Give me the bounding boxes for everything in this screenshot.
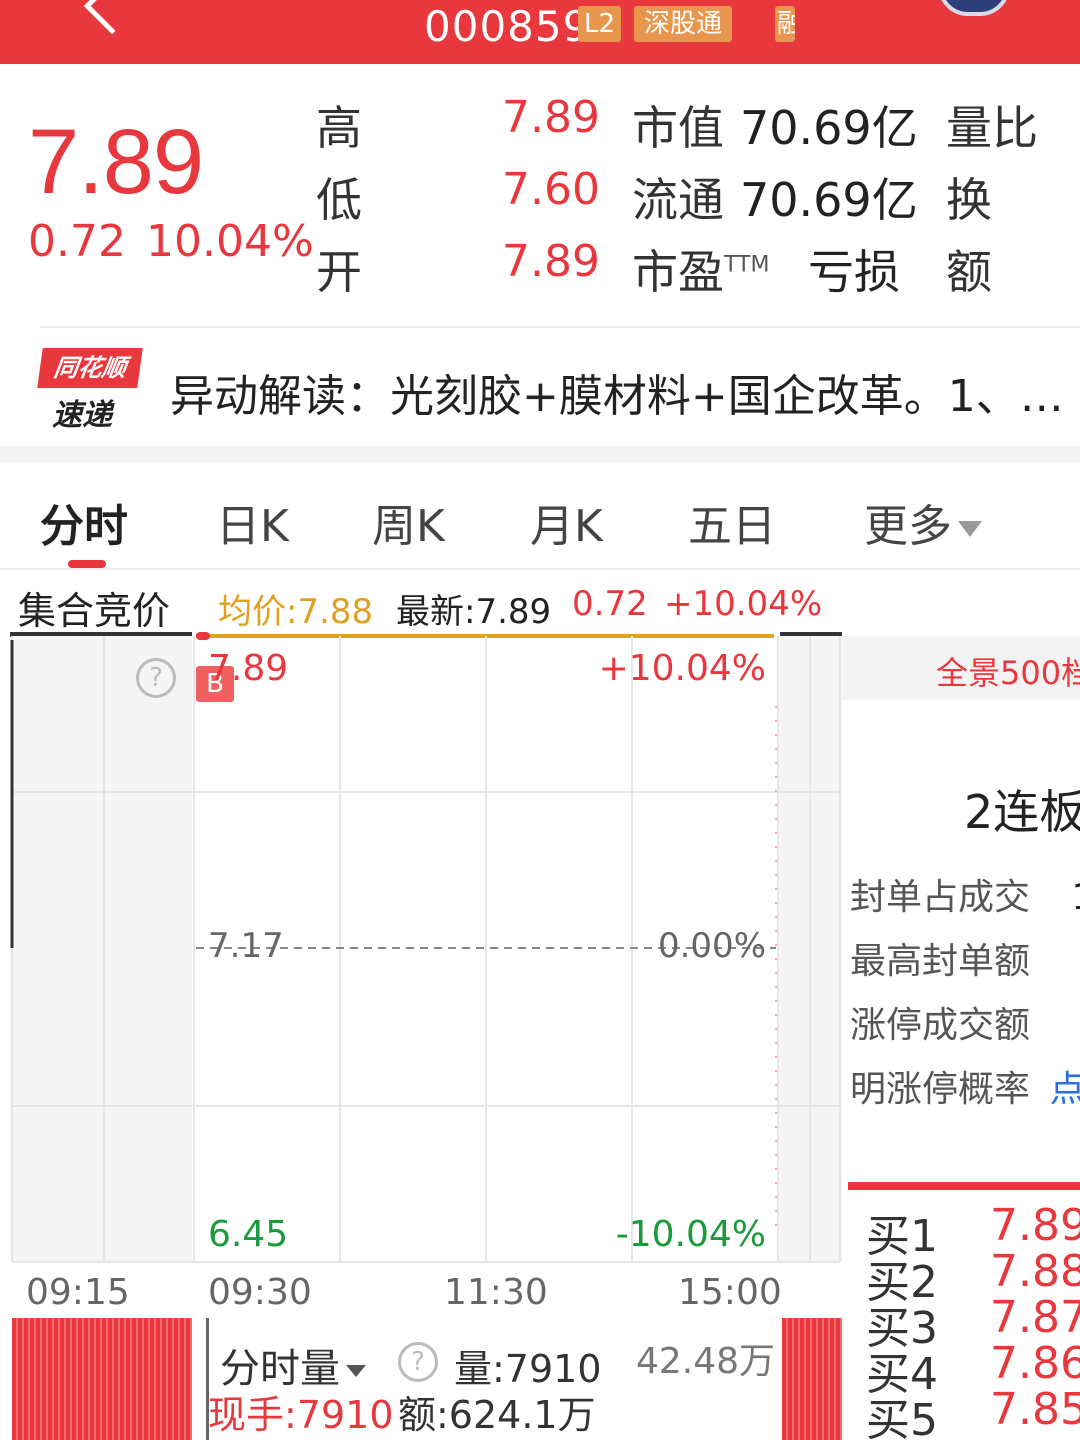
help-icon[interactable]: ? xyxy=(136,658,176,698)
time-tick: 11:30 xyxy=(444,1272,548,1313)
quote-panel: 7.89 0.72 10.04% 高 7.89 市值 70.69亿 量比 低 7… xyxy=(0,64,1080,326)
tab-weekly-k[interactable]: 周K xyxy=(372,490,445,554)
float-cap-value: 70.69亿 xyxy=(740,173,918,227)
up-limit-price-label: 7.89 xyxy=(208,648,289,689)
tab-intraday[interactable]: 分时 xyxy=(40,490,128,554)
stat-label: 封单占成交 xyxy=(850,877,1031,918)
time-tick: 15:00 xyxy=(678,1272,782,1313)
bid-price: 7.86 xyxy=(990,1338,1080,1389)
last-price-readout: 最新:7.89 xyxy=(396,592,552,632)
float-cap-label: 流通 xyxy=(632,173,724,227)
orderbook-row[interactable]: 买5 7.85 xyxy=(866,1384,1080,1440)
chevron-down-icon xyxy=(958,521,982,537)
high-label: 高 xyxy=(316,101,362,155)
orderbook-row[interactable]: 买4 7.86 xyxy=(866,1338,1080,1400)
click-view-link[interactable]: 点 xyxy=(1049,1069,1080,1110)
time-tick: 09:15 xyxy=(26,1272,130,1313)
avatar-icon[interactable] xyxy=(938,0,1010,16)
quote-row-high: 高 7.89 市值 70.69亿 量比 xyxy=(0,92,1080,162)
limit-turnover-stat: 涨停成交额 xyxy=(850,996,1030,1048)
low-value: 7.60 xyxy=(502,164,600,215)
prev-close-price-label: 7.17 xyxy=(208,926,284,966)
news-logo: 同花顺 xyxy=(37,348,143,388)
tab-more[interactable]: 更多 xyxy=(864,490,982,554)
time-axis: 09:15 09:30 11:30 15:00 xyxy=(0,1264,842,1320)
time-tick: 09:30 xyxy=(208,1272,312,1313)
volume-scale-label: 42.48万 xyxy=(636,1341,776,1382)
active-tab-indicator xyxy=(68,560,106,568)
tab-daily-k[interactable]: 日K xyxy=(216,490,289,554)
change-pct-readout: +10.04% xyxy=(664,584,823,624)
pe-value: 亏损 xyxy=(808,245,900,299)
down-limit-price-label: 6.45 xyxy=(208,1214,289,1255)
l2-tag[interactable]: L2 xyxy=(578,6,622,42)
down-limit-pct-label: -10.04% xyxy=(615,1214,766,1255)
prev-close-pct-label: 0.00% xyxy=(657,926,766,966)
up-limit-pct-label: +10.04% xyxy=(598,648,766,689)
bid-price: 7.88 xyxy=(990,1246,1080,1297)
bid-price: 7.89 xyxy=(990,1200,1080,1251)
high-value: 7.89 xyxy=(502,92,600,143)
divider xyxy=(40,326,1080,328)
ttm-sup: TTM xyxy=(724,252,770,278)
seal-ratio-stat: 封单占成交 1 xyxy=(850,868,1080,920)
amount-label: 额 xyxy=(946,245,992,299)
side-panel: 全景500档 2连板 封单占成交 1 最高封单额 涨停成交额 明涨停概率 点 买… xyxy=(842,636,1080,1440)
panorama-500-label: 全景500档 xyxy=(936,654,1080,692)
tab-more-label: 更多 xyxy=(864,501,952,552)
stat-label: 明涨停概率 xyxy=(850,1069,1031,1110)
stock-code: 000859 xyxy=(424,2,591,51)
call-auction-label[interactable]: 集合竞价 xyxy=(18,580,170,635)
quote-row-low: 低 7.60 流通 70.69亿 换 xyxy=(0,164,1080,234)
news-headline[interactable]: 异动解读：光刻胶+膜材料+国企改革。1、… xyxy=(170,360,1064,424)
section-gap xyxy=(0,446,1080,462)
max-seal-amount-stat: 最高封单额 xyxy=(850,932,1030,984)
market-cap-label: 市值 xyxy=(632,101,724,155)
stat-value: 1 xyxy=(1071,877,1080,918)
quote-row-open: 开 7.89 市盈TTM 亏损 额 xyxy=(0,236,1080,306)
turnover-label: 换 xyxy=(946,173,992,227)
chart-info-line: 集合竞价 均价:7.88 最新:7.89 0.72 +10.04% xyxy=(0,572,1080,636)
volume-panel: 分时量 ? 量:7910 现手:7910 额:624.1万 42.48万 xyxy=(0,1318,842,1440)
back-arrow-icon[interactable] xyxy=(83,0,141,35)
orderbook-row[interactable]: 买3 7.87 xyxy=(866,1292,1080,1354)
shenzhen-connect-tag[interactable]: 深股通 xyxy=(634,6,733,42)
auction-volume-bars xyxy=(12,1318,192,1440)
avg-price-readout: 均价:7.88 xyxy=(218,592,374,632)
tab-five-day[interactable]: 五日 xyxy=(688,490,776,554)
news-logo-sub: 速递 xyxy=(52,398,112,433)
orderbook-divider xyxy=(848,1182,1080,1190)
chart-tabs: 分时 日K 周K 月K 五日 更多 xyxy=(0,462,1080,570)
news-bar[interactable]: 同花顺 速递 异动解读：光刻胶+膜材料+国企改革。1、… xyxy=(0,330,1080,446)
orderbook-row[interactable]: 买2 7.88 xyxy=(866,1246,1080,1308)
stat-label: 最高封单额 xyxy=(850,941,1031,982)
pe-label-text: 市盈 xyxy=(632,245,724,299)
next-limit-probability-stat[interactable]: 明涨停概率 点 xyxy=(850,1060,1080,1112)
margin-tag[interactable]: 融 xyxy=(775,6,795,42)
bid-price: 7.85 xyxy=(990,1384,1080,1435)
change-readout: 0.72 xyxy=(572,584,648,624)
after-hours-volume-bars xyxy=(782,1318,842,1440)
orderbook-row[interactable]: 买1 7.89 xyxy=(866,1200,1080,1262)
tab-monthly-k[interactable]: 月K xyxy=(530,490,603,554)
help-icon[interactable]: ? xyxy=(398,1342,438,1382)
current-hand-readout: 现手:7910 xyxy=(208,1393,394,1437)
stat-label: 涨停成交额 xyxy=(850,1005,1031,1046)
market-cap-value: 70.69亿 xyxy=(740,101,918,155)
amount-readout: 额:624.1万 xyxy=(398,1393,596,1437)
chevron-down-icon xyxy=(346,1365,366,1377)
open-label: 开 xyxy=(316,245,362,299)
bid-label: 买5 xyxy=(866,1395,938,1440)
low-label: 低 xyxy=(316,173,362,227)
panorama-500-header[interactable]: 全景500档 xyxy=(842,636,1080,700)
volume-ratio-label: 量比 xyxy=(946,101,1038,155)
pe-label: 市盈TTM xyxy=(632,236,769,302)
consecutive-limit-label: 2连板 xyxy=(964,785,1080,839)
bid-price: 7.87 xyxy=(990,1292,1080,1343)
open-value: 7.89 xyxy=(502,236,600,287)
top-bar: 000859 L2 深股通 融 xyxy=(0,0,1080,64)
intraday-chart[interactable]: ? B 7.89 +10.04% 7.17 0.00% 6.45 -10.04% xyxy=(0,636,842,1316)
